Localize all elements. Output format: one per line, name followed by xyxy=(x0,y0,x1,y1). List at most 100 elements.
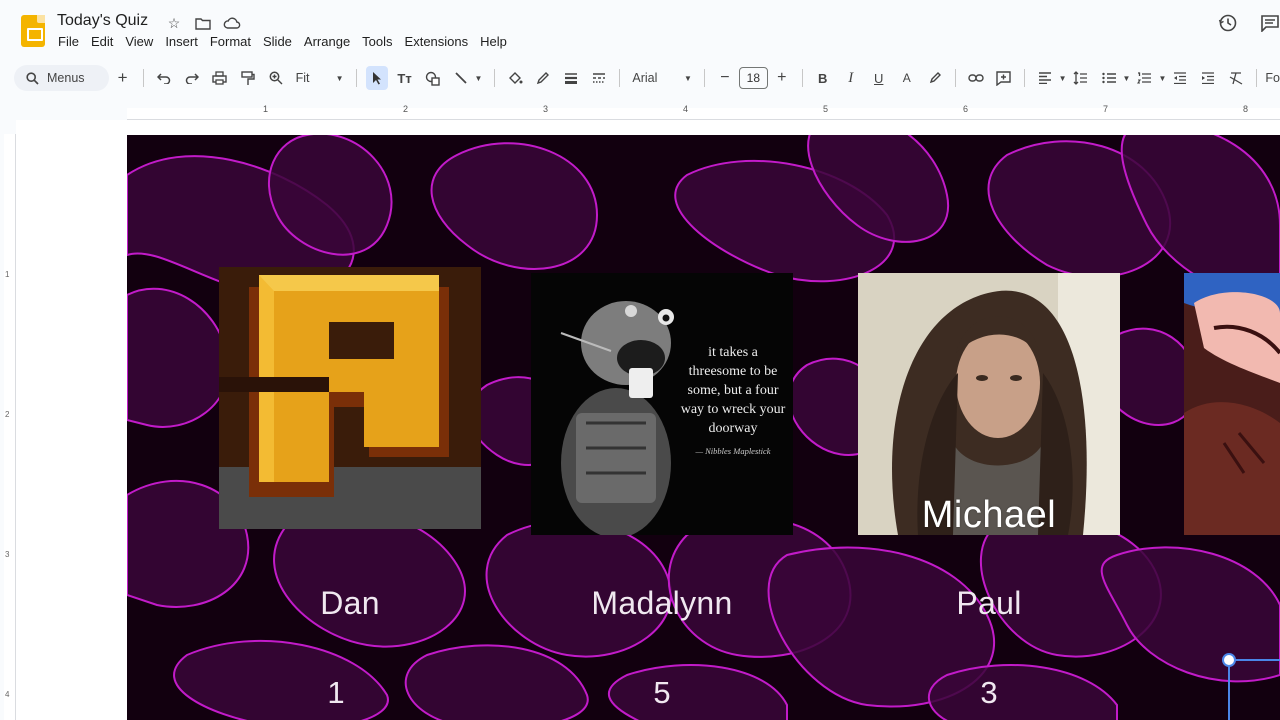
toolbar: Menus + Fit ▼ Tт ▼ Arial ▼ − 18 + B I U … xyxy=(14,64,1280,92)
redo-icon[interactable] xyxy=(181,66,203,90)
version-history-icon[interactable] xyxy=(1218,14,1238,32)
menus-search[interactable]: Menus xyxy=(14,65,109,91)
menu-extensions[interactable]: Extensions xyxy=(399,34,475,50)
chevron-down-icon[interactable]: ▼ xyxy=(1123,74,1131,83)
ruler-label: 2 xyxy=(403,104,409,114)
zoom-value: Fit xyxy=(295,71,310,85)
comments-icon[interactable] xyxy=(1260,14,1280,32)
chevron-down-icon[interactable]: ▼ xyxy=(475,74,483,83)
menu-insert[interactable]: Insert xyxy=(159,34,204,50)
insert-link-icon[interactable] xyxy=(965,66,987,90)
chevron-down-icon: ▼ xyxy=(684,73,692,83)
undo-icon[interactable] xyxy=(153,66,175,90)
menus-search-label: Menus xyxy=(47,71,85,85)
format-options-button[interactable]: Fo xyxy=(1265,71,1280,85)
player-name: Paul xyxy=(956,585,1022,621)
cartoon-illustration-icon xyxy=(1184,273,1280,535)
paint-format-icon[interactable] xyxy=(237,66,259,90)
player-image-dan[interactable] xyxy=(219,267,481,529)
letter-logo-icon xyxy=(219,267,481,529)
search-icon xyxy=(26,71,39,85)
player-score: 3 xyxy=(980,675,998,710)
ruler-label: 8 xyxy=(1243,104,1249,114)
line-spacing-icon[interactable] xyxy=(1070,66,1092,90)
border-dash-icon[interactable] xyxy=(588,66,610,90)
font-name: Arial xyxy=(632,71,658,85)
quote-text: it takes a threesome to be some, but a f… xyxy=(679,343,787,461)
numbered-list-icon[interactable] xyxy=(1133,66,1155,90)
player-name: Dan xyxy=(320,585,380,621)
border-weight-icon[interactable] xyxy=(560,66,582,90)
document-title[interactable]: Today's Quiz xyxy=(57,12,148,30)
quote-body: it takes a threesome to be some, but a f… xyxy=(680,345,786,436)
toolbar-divider xyxy=(703,69,705,87)
bulleted-list-icon[interactable] xyxy=(1098,66,1120,90)
new-slide-icon[interactable]: + xyxy=(112,66,134,90)
star-icon[interactable]: ☆ xyxy=(164,14,184,32)
underline-icon[interactable]: U xyxy=(868,66,890,90)
title-bar: Today's Quiz ☆ File Edit View Insert For… xyxy=(0,0,1280,58)
player-score: 1 xyxy=(327,675,345,710)
player-name: Madalynn xyxy=(591,585,733,621)
move-folder-icon[interactable] xyxy=(193,14,213,32)
menu-edit[interactable]: Edit xyxy=(85,34,119,50)
slides-logo-icon[interactable] xyxy=(21,15,45,47)
ruler-label: 3 xyxy=(543,104,549,114)
toolbar-divider xyxy=(801,69,803,87)
line-tool-icon[interactable] xyxy=(450,66,472,90)
font-select[interactable]: Arial ▼ xyxy=(626,66,698,90)
shape-icon[interactable] xyxy=(422,66,444,90)
ruler-label: 6 xyxy=(963,104,969,114)
toolbar-divider xyxy=(142,69,144,87)
increase-font-size-icon[interactable]: + xyxy=(771,66,793,90)
italic-icon[interactable]: I xyxy=(840,66,862,90)
border-color-icon[interactable] xyxy=(532,66,554,90)
ruler-label: 1 xyxy=(263,104,269,114)
toolbar-divider xyxy=(954,69,956,87)
align-icon[interactable] xyxy=(1034,66,1056,90)
cloud-status-icon[interactable] xyxy=(222,14,242,32)
menu-tools[interactable]: Tools xyxy=(356,34,398,50)
menu-slide[interactable]: Slide xyxy=(257,34,298,50)
chevron-down-icon[interactable]: ▼ xyxy=(1059,74,1067,83)
selection-box[interactable] xyxy=(1228,659,1280,720)
menu-format[interactable]: Format xyxy=(204,34,257,50)
increase-indent-icon[interactable] xyxy=(1197,66,1219,90)
image-caption: Michael xyxy=(921,494,1057,535)
toolbar-divider xyxy=(494,69,496,87)
player-image-madalynn[interactable]: it takes a threesome to be some, but a f… xyxy=(531,273,793,535)
chevron-down-icon: ▼ xyxy=(335,73,344,83)
slide-canvas[interactable]: it takes a threesome to be some, but a f… xyxy=(127,135,1280,720)
highlight-color-icon[interactable] xyxy=(924,66,946,90)
text-color-icon[interactable]: A xyxy=(896,66,918,90)
ruler-track xyxy=(4,134,16,720)
chevron-down-icon[interactable]: ▼ xyxy=(1158,74,1166,83)
decrease-indent-icon[interactable] xyxy=(1169,66,1191,90)
ruler-label: 5 xyxy=(823,104,829,114)
bold-icon[interactable]: B xyxy=(812,66,834,90)
title-actions: ☆ xyxy=(164,14,242,32)
player-score: 5 xyxy=(653,675,671,710)
menu-bar: File Edit View Insert Format Slide Arran… xyxy=(57,34,513,50)
decrease-font-size-icon[interactable]: − xyxy=(714,66,736,90)
zoom-select[interactable]: Fit ▼ xyxy=(290,66,350,90)
toolbar-divider xyxy=(1023,69,1025,87)
add-comment-icon[interactable] xyxy=(993,66,1015,90)
ruler-label: 7 xyxy=(1103,104,1109,114)
menu-help[interactable]: Help xyxy=(474,34,513,50)
resize-handle[interactable] xyxy=(1222,653,1236,667)
select-tool-icon[interactable] xyxy=(365,66,388,90)
zoom-icon[interactable] xyxy=(265,66,287,90)
menu-file[interactable]: File xyxy=(57,34,85,50)
text-box-icon[interactable]: Tт xyxy=(394,66,416,90)
fill-color-icon[interactable] xyxy=(504,66,526,90)
toolbar-divider xyxy=(355,69,357,87)
player-image-paul[interactable]: Michael xyxy=(858,273,1120,535)
menu-arrange[interactable]: Arrange xyxy=(298,34,356,50)
player-image-partial[interactable] xyxy=(1184,273,1280,535)
menu-view[interactable]: View xyxy=(119,34,159,50)
ruler-label: 4 xyxy=(5,690,10,699)
print-icon[interactable] xyxy=(209,66,231,90)
font-size-input[interactable]: 18 xyxy=(738,67,768,89)
clear-formatting-icon[interactable] xyxy=(1225,66,1247,90)
